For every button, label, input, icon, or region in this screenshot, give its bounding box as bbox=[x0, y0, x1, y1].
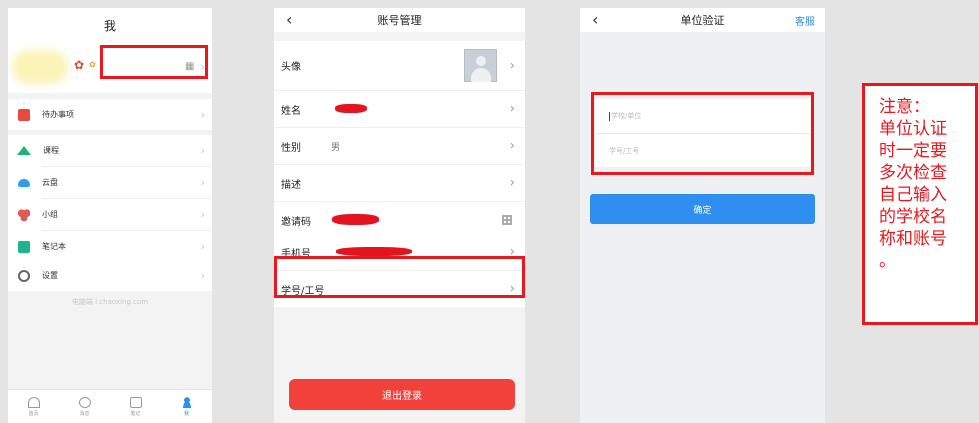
note-line: 时一定要 bbox=[879, 141, 947, 161]
todo-icon bbox=[18, 108, 30, 121]
page-title: 我 bbox=[103, 18, 116, 33]
tab-label: 首页 bbox=[28, 410, 39, 417]
account-screen: ‹ 账号管理 头像 › 姓名 › 性别 男 › 描述 › 邀请码 手机号 › 学… bbox=[274, 8, 525, 423]
message-icon bbox=[78, 396, 91, 408]
menu-item-label: 小组 bbox=[42, 210, 58, 219]
menu-group-todo: 待办事项 › bbox=[8, 99, 212, 130]
chevron-right-icon: › bbox=[200, 108, 205, 121]
verify-screen: ‹ 单位验证 客服 学校/单位 学号/工号 确定 bbox=[580, 8, 825, 423]
home-icon bbox=[27, 396, 40, 408]
highlight-box bbox=[591, 92, 814, 175]
chevron-right-icon: › bbox=[509, 138, 515, 154]
customer-service-link[interactable]: 客服 bbox=[795, 13, 815, 28]
row-gender[interactable]: 性别 男 › bbox=[274, 128, 525, 165]
row-invite-code[interactable]: 邀请码 bbox=[274, 202, 525, 238]
gender-value: 男 bbox=[331, 142, 341, 153]
note-line: 自己输入 bbox=[879, 185, 947, 205]
row-label: 邀请码 bbox=[281, 216, 311, 228]
note-line: 的学校名 bbox=[879, 207, 947, 227]
tab-bar: 首页 消息 笔记 我 bbox=[8, 389, 212, 423]
group-icon bbox=[18, 208, 30, 221]
row-label: 姓名 bbox=[281, 105, 301, 117]
chevron-right-icon: › bbox=[200, 144, 205, 157]
chevron-right-icon: › bbox=[509, 101, 515, 117]
menu-item-settings[interactable]: 设置 › bbox=[8, 260, 212, 291]
page-title: 账号管理 bbox=[377, 14, 422, 27]
me-header: 我 bbox=[8, 8, 212, 42]
row-avatar[interactable]: 头像 › bbox=[274, 41, 525, 91]
note-icon bbox=[129, 396, 142, 408]
menu-item-label: 云盘 bbox=[42, 178, 58, 187]
gear-icon bbox=[18, 269, 30, 282]
user-icon bbox=[180, 396, 193, 408]
menu-item-label: 课程 bbox=[43, 146, 59, 155]
chevron-right-icon: › bbox=[200, 240, 205, 253]
me-screen: 我 ✿ ✿ ▦ › 待办事项 › 课程 › 云盘 › 小组 › 笔记本 › 设置… bbox=[8, 8, 212, 423]
menu-item-label: 待办事项 bbox=[42, 110, 74, 119]
redaction-mark bbox=[332, 214, 379, 225]
chevron-right-icon: › bbox=[509, 58, 515, 73]
menu-item-course[interactable]: 课程 › bbox=[8, 135, 212, 166]
note-line: 单位认证 bbox=[879, 119, 947, 139]
highlight-box bbox=[274, 256, 525, 298]
row-description[interactable]: 描述 › bbox=[274, 165, 525, 202]
chevron-right-icon: › bbox=[200, 176, 205, 189]
row-label: 描述 bbox=[281, 179, 301, 191]
menu-item-cloud[interactable]: 云盘 › bbox=[8, 167, 212, 198]
small-flower-icon: ✿ bbox=[89, 60, 96, 69]
cloud-icon bbox=[18, 178, 30, 187]
account-header: ‹ 账号管理 bbox=[274, 8, 525, 32]
avatar bbox=[464, 49, 497, 82]
menu-group-settings: 设置 › bbox=[8, 260, 212, 291]
warning-note: 注意： 单位认证 时一定要 多次检查 自己输入 的学校名 称和账号 。 bbox=[862, 83, 978, 325]
watermark-text: 电脑端 i.chaoxing.com bbox=[71, 298, 149, 306]
tab-messages[interactable]: 消息 bbox=[59, 390, 110, 423]
avatar bbox=[12, 50, 68, 84]
course-icon bbox=[17, 146, 31, 155]
chevron-right-icon: › bbox=[200, 269, 205, 282]
menu-group-main: 课程 › 云盘 › 小组 › 笔记本 › bbox=[8, 135, 212, 262]
verify-header: ‹ 单位验证 客服 bbox=[580, 8, 825, 32]
account-group-profile: 头像 › 姓名 › 性别 男 › 描述 › 邀请码 bbox=[274, 41, 525, 238]
menu-item-group[interactable]: 小组 › bbox=[8, 199, 212, 230]
qr-code-icon[interactable] bbox=[502, 215, 512, 225]
confirm-button[interactable]: 确定 bbox=[590, 194, 815, 224]
tab-home[interactable]: 首页 bbox=[8, 390, 59, 423]
page-title: 单位验证 bbox=[680, 14, 725, 27]
logout-button[interactable]: 退出登录 bbox=[289, 379, 515, 410]
menu-item-notebook[interactable]: 笔记本 › bbox=[8, 231, 212, 262]
note-line: 。 bbox=[879, 251, 896, 271]
tab-notes[interactable]: 笔记 bbox=[110, 390, 161, 423]
menu-item-label: 笔记本 bbox=[42, 242, 66, 251]
tab-label: 我 bbox=[183, 410, 189, 417]
menu-item-todo[interactable]: 待办事项 › bbox=[8, 99, 212, 130]
highlight-box bbox=[100, 45, 208, 79]
row-label: 性别 bbox=[281, 142, 301, 154]
chevron-right-icon: › bbox=[200, 208, 205, 221]
row-name[interactable]: 姓名 › bbox=[274, 91, 525, 128]
flower-icon: ✿ bbox=[74, 58, 85, 72]
note-line: 多次检查 bbox=[879, 163, 947, 183]
tab-label: 笔记 bbox=[130, 410, 141, 417]
note-line: 称和账号 bbox=[879, 229, 947, 249]
notebook-icon bbox=[18, 240, 30, 253]
redaction-mark bbox=[335, 104, 367, 113]
tab-me[interactable]: 我 bbox=[161, 390, 212, 423]
row-label: 头像 bbox=[281, 62, 301, 73]
tab-label: 消息 bbox=[79, 410, 90, 417]
redaction-mark bbox=[336, 247, 412, 256]
chevron-right-icon: › bbox=[509, 175, 515, 191]
back-icon[interactable]: ‹ bbox=[286, 10, 292, 29]
note-line: 注意： bbox=[879, 97, 930, 117]
back-icon[interactable]: ‹ bbox=[592, 10, 598, 29]
menu-item-label: 设置 bbox=[42, 271, 58, 280]
